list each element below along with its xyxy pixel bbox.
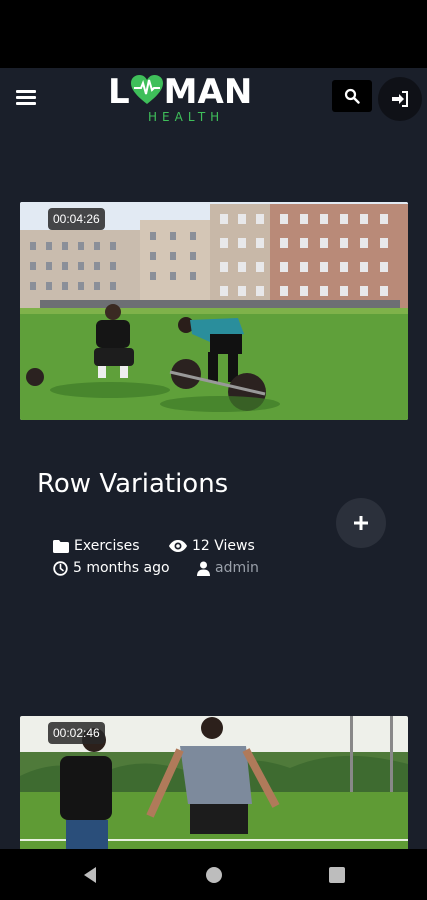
video-category[interactable]: Exercises bbox=[53, 538, 140, 554]
video-views: 12 Views bbox=[169, 538, 255, 554]
video-author-label: admin bbox=[215, 560, 259, 576]
header: L MAN HEALTH bbox=[0, 68, 427, 132]
add-button[interactable] bbox=[336, 498, 386, 548]
logo-wordmark: L MAN bbox=[108, 72, 253, 112]
status-bar bbox=[0, 0, 427, 68]
home-circle-icon bbox=[206, 867, 222, 883]
video-views-label: 12 Views bbox=[192, 538, 255, 554]
logo[interactable]: L MAN HEALTH bbox=[108, 72, 268, 128]
app-screen: L MAN HEALTH 00:04:26 Row Variations Exe… bbox=[0, 68, 427, 849]
search-icon bbox=[344, 88, 360, 104]
recents-square-icon bbox=[329, 867, 345, 883]
video-author[interactable]: admin bbox=[197, 560, 259, 576]
recents-button[interactable] bbox=[325, 863, 349, 887]
user-icon bbox=[197, 561, 210, 576]
login-button[interactable] bbox=[378, 77, 422, 121]
plus-icon bbox=[354, 516, 368, 530]
video-category-label: Exercises bbox=[74, 538, 140, 554]
video-thumbnail[interactable]: 00:02:46 bbox=[20, 716, 408, 849]
video-date-label: 5 months ago bbox=[73, 560, 170, 576]
sign-in-icon bbox=[392, 91, 408, 107]
back-triangle-icon bbox=[84, 867, 96, 883]
video-thumbnail-image bbox=[20, 202, 408, 420]
home-button[interactable] bbox=[202, 863, 226, 887]
heart-pulse-icon bbox=[130, 75, 163, 104]
video-date: 5 months ago bbox=[53, 560, 170, 576]
folder-icon bbox=[53, 539, 69, 553]
duration-badge: 00:02:46 bbox=[48, 722, 105, 744]
logo-subtext: HEALTH bbox=[148, 110, 225, 124]
system-navigation-bar bbox=[0, 849, 427, 900]
video-thumbnail[interactable]: 00:04:26 bbox=[20, 202, 408, 420]
back-button[interactable] bbox=[78, 863, 102, 887]
duration-badge: 00:04:26 bbox=[48, 208, 105, 230]
hamburger-menu-button[interactable] bbox=[16, 90, 36, 106]
video-title[interactable]: Row Variations bbox=[37, 469, 228, 499]
clock-icon bbox=[53, 560, 68, 576]
eye-icon bbox=[169, 540, 187, 552]
search-button[interactable] bbox=[332, 80, 372, 112]
